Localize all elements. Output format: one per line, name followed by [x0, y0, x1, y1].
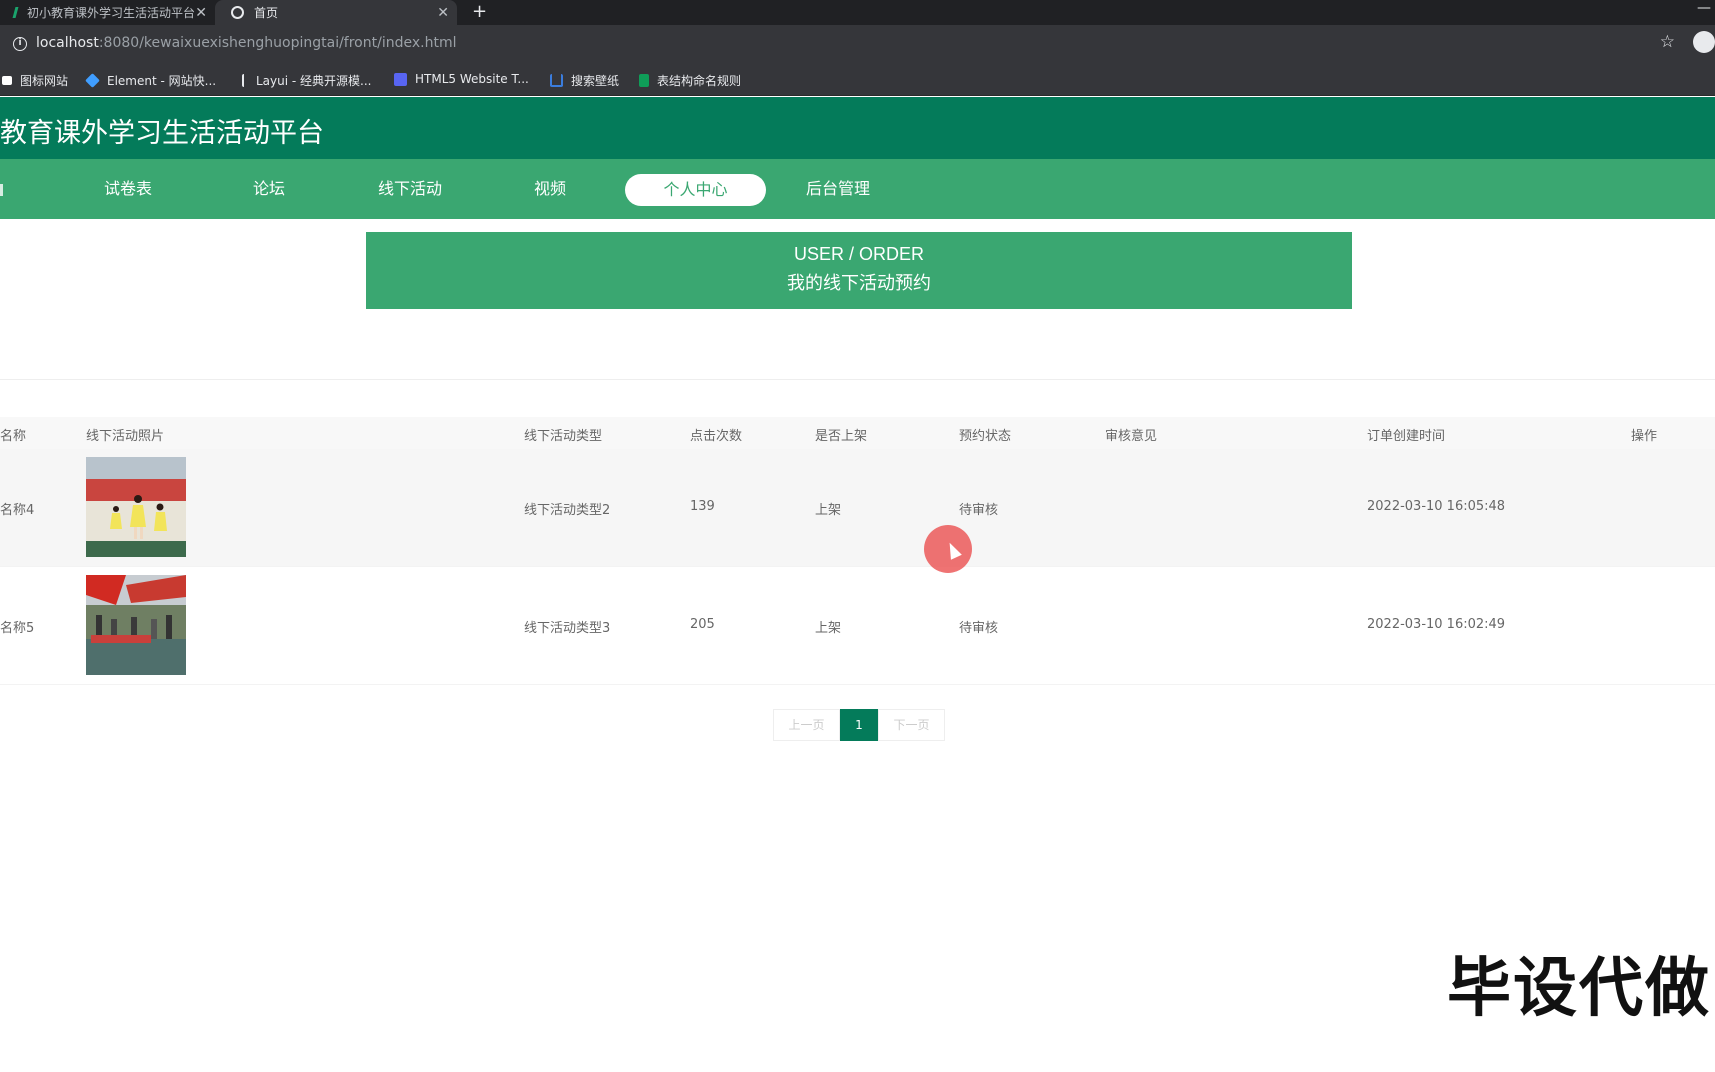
- column-header: 预约状态: [959, 429, 1012, 444]
- page-banner: USER / ORDER 我的线下活动预约: [366, 232, 1352, 309]
- nav-item-personal-center[interactable]: 个人中心: [625, 174, 766, 206]
- table-row[interactable]: 名称4 线下活动类型2 139 上架 待审核 2022-03-10 16:05:…: [0, 449, 1715, 567]
- cell-status: 待审核: [959, 503, 999, 518]
- profile-avatar-icon[interactable]: [1693, 31, 1715, 53]
- flag-icon: [2, 76, 12, 85]
- bookmark-star-icon[interactable]: ☆: [1660, 32, 1675, 52]
- tab-title: 初小教育课外学习生活活动平台: [27, 6, 196, 20]
- main-nav: 试卷表 论坛 线下活动 视频 个人中心 后台管理: [0, 159, 1715, 219]
- watermark: 毕设代做: [1447, 952, 1711, 1026]
- page-number-button[interactable]: 1: [840, 709, 878, 741]
- reservation-table: 名称 线下活动照片 线下活动类型 点击次数 是否上架 预约状态 审核意见 订单创…: [0, 417, 1715, 685]
- activity-photo: [86, 575, 186, 675]
- address-bar: i localhost:8080/kewaixuexishenghuopingt…: [0, 25, 1715, 62]
- cell-type: 线下活动类型3: [524, 621, 611, 636]
- site-header: 教育课外学习生活活动平台: [0, 97, 1715, 159]
- cell-name: 名称5: [0, 621, 35, 636]
- nav-item-offline-activity[interactable]: 线下活动: [378, 177, 442, 209]
- web-page: 教育课外学习生活活动平台 试卷表 论坛 线下活动 视频 个人中心 后台管理 US…: [0, 97, 1715, 1072]
- sheet-icon: [639, 74, 649, 87]
- table-header: 名称 线下活动照片 线下活动类型 点击次数 是否上架 预约状态 审核意见 订单创…: [0, 417, 1715, 449]
- globe-icon: [231, 6, 244, 19]
- html5-icon: [394, 72, 407, 86]
- close-icon[interactable]: ✕: [195, 5, 207, 21]
- bookmark-label: 图标网站: [20, 74, 69, 88]
- new-tab-icon[interactable]: +: [472, 1, 487, 22]
- banner-title: 我的线下活动预约: [787, 273, 931, 294]
- site-favicon-icon: [12, 7, 19, 18]
- banner-english-title: USER / ORDER: [793, 244, 925, 264]
- column-header: 操作: [1631, 429, 1658, 444]
- cell-onshelf: 上架: [815, 621, 842, 636]
- tab-title: 首页: [254, 6, 279, 20]
- minimize-icon[interactable]: —: [1697, 0, 1711, 16]
- column-header: 点击次数: [690, 429, 743, 444]
- prev-page-button[interactable]: 上一页: [773, 709, 840, 741]
- cell-clicks: 139: [690, 499, 715, 514]
- bookmark-label: 表结构命名规则: [657, 74, 742, 88]
- nav-item-forum[interactable]: 论坛: [253, 177, 285, 209]
- divider: [0, 379, 1715, 380]
- browser-tab-home[interactable]: 首页 ✕: [215, 0, 457, 25]
- pagination: 上一页 1 下一页: [773, 709, 945, 741]
- column-header: 订单创建时间: [1367, 429, 1446, 444]
- column-header: 线下活动类型: [524, 429, 603, 444]
- bookmark-label: Layui - 经典开源模...: [256, 74, 372, 88]
- url-path: :8080/kewaixuexishenghuopingtai/front/in…: [98, 35, 457, 51]
- site-title: 教育课外学习生活活动平台: [0, 118, 324, 149]
- bookmarks-bar: 图标网站 Element - 网站快... Layui - 经典开源模... H…: [0, 62, 1715, 96]
- cell-status: 待审核: [959, 621, 999, 636]
- cell-name: 名称4: [0, 503, 35, 518]
- bookmark-label: 搜索壁纸: [571, 74, 620, 88]
- bookmark-item[interactable]: 表结构命名规则: [639, 72, 741, 89]
- bookmark-item[interactable]: 图标网站: [2, 72, 68, 89]
- info-icon[interactable]: i: [13, 37, 27, 51]
- bookmark-item[interactable]: 搜索壁纸: [550, 72, 619, 89]
- cell-created-time: 2022-03-10 16:05:48: [1367, 499, 1506, 514]
- url-field[interactable]: localhost:8080/kewaixuexishenghuopingtai…: [36, 35, 456, 51]
- column-header: 名称: [0, 429, 27, 444]
- element-icon: [85, 73, 100, 88]
- layui-icon: [242, 74, 248, 87]
- nav-item-video[interactable]: 视频: [534, 177, 566, 209]
- cell-created-time: 2022-03-10 16:02:49: [1367, 617, 1506, 632]
- table-row[interactable]: 名称5 线下活动类型3 205 上架 待审核 2022-03-10 16:02:…: [0, 567, 1715, 685]
- nav-item-exam[interactable]: 试卷表: [104, 177, 152, 209]
- next-page-button[interactable]: 下一页: [878, 709, 945, 741]
- bookmark-item[interactable]: HTML5 Website T...: [394, 72, 529, 86]
- bookmark-item[interactable]: Layui - 经典开源模...: [242, 72, 371, 89]
- nav-edge-marker: [0, 184, 3, 196]
- cell-clicks: 205: [690, 617, 715, 632]
- column-header: 线下活动照片: [86, 429, 165, 444]
- browser-tab-bar: 初小教育课外学习生活活动平台 ✕ 首页 ✕ + —: [0, 0, 1715, 25]
- bookmark-label: HTML5 Website T...: [415, 72, 529, 86]
- activity-photo: [86, 457, 186, 557]
- browser-tab-platform[interactable]: 初小教育课外学习生活活动平台 ✕: [0, 0, 215, 25]
- close-icon[interactable]: ✕: [437, 5, 449, 21]
- column-header: 审核意见: [1105, 429, 1158, 444]
- column-header: 是否上架: [815, 429, 868, 444]
- cell-type: 线下活动类型2: [524, 503, 611, 518]
- bookmark-label: Element - 网站快...: [107, 74, 217, 88]
- nav-item-admin[interactable]: 后台管理: [806, 177, 870, 209]
- bookmark-item[interactable]: Element - 网站快...: [85, 72, 217, 89]
- wallhaven-icon: [550, 74, 563, 87]
- url-host: localhost: [36, 35, 99, 51]
- cell-onshelf: 上架: [815, 503, 842, 518]
